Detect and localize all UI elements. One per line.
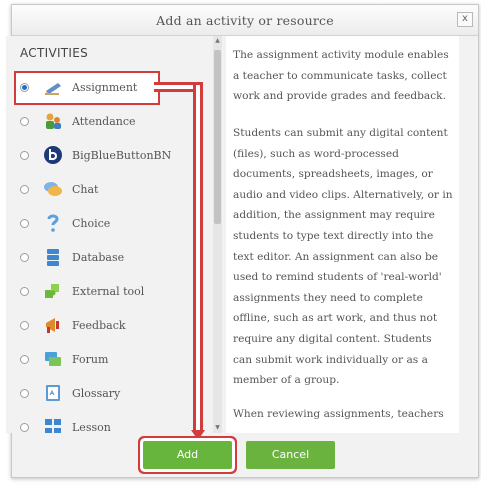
activity-label-glossary: Glossary [72, 387, 121, 400]
chat-icon [44, 182, 62, 196]
cancel-button[interactable]: Cancel [246, 441, 335, 469]
activity-label-choice: Choice [72, 217, 111, 230]
activity-label-lesson: Lesson [72, 421, 111, 433]
activity-label-external-tool: External tool [72, 285, 145, 298]
radio-attendance[interactable] [20, 117, 29, 126]
activity-option-choice[interactable]: Choice [6, 209, 206, 239]
activity-label-attendance: Attendance [72, 115, 136, 128]
add-button[interactable]: Add [143, 441, 232, 469]
radio-bigbluebutton[interactable] [20, 151, 29, 160]
activity-option-external-tool[interactable]: External tool [6, 277, 206, 307]
scroll-up-arrow-icon[interactable]: ▲ [213, 36, 222, 46]
radio-external-tool[interactable] [20, 287, 29, 296]
annotation-arrow-horizontal-inner [154, 85, 197, 89]
activity-option-bigbluebutton[interactable]: BigBlueButtonBN [6, 141, 206, 171]
activity-option-feedback[interactable]: Feedback [6, 311, 206, 341]
external-tool-icon [45, 284, 59, 298]
radio-feedback[interactable] [20, 321, 29, 330]
feedback-icon [46, 318, 59, 333]
dialog-footer [12, 437, 478, 477]
attendance-icon [46, 113, 61, 129]
activity-option-attendance[interactable]: Attendance [6, 107, 206, 137]
radio-assignment[interactable] [20, 83, 29, 92]
scroll-down-arrow-icon[interactable]: ▼ [213, 423, 222, 433]
assignment-icon [45, 83, 61, 95]
bigbluebutton-icon [44, 146, 62, 164]
activity-option-glossary[interactable]: Glossary [6, 379, 206, 409]
radio-choice[interactable] [20, 219, 29, 228]
choice-icon [47, 214, 59, 232]
description-paragraph: The assignment activity module enables a… [233, 49, 449, 103]
activity-label-database: Database [72, 251, 125, 264]
activity-description-pane: The assignment activity module enables a… [226, 36, 459, 433]
activity-label-feedback: Feedback [72, 319, 126, 332]
annotation-arrow-vertical-inner [196, 85, 200, 430]
radio-forum[interactable] [20, 355, 29, 364]
dialog-title: Add an activity or resource [156, 13, 334, 28]
activity-option-chat[interactable]: Chat [6, 175, 206, 205]
scroll-thumb[interactable] [214, 50, 221, 224]
annotation-arrow-head-icon [191, 430, 205, 440]
activities-section-header: ACTIVITIES [20, 46, 89, 60]
radio-chat[interactable] [20, 185, 29, 194]
activity-option-database[interactable]: Database [6, 243, 206, 273]
activity-label-bigbluebutton: BigBlueButtonBN [72, 149, 172, 162]
close-button[interactable]: x [457, 12, 473, 27]
activity-list-scrollbar[interactable]: ▲ ▼ [213, 36, 222, 433]
description-paragraph: Students can submit any digital content … [233, 127, 453, 387]
description-paragraph: When reviewing assignments, teachers [233, 408, 444, 420]
activity-label-chat: Chat [72, 183, 99, 196]
lesson-icon [45, 419, 61, 433]
radio-database[interactable] [20, 253, 29, 262]
activity-option-lesson[interactable]: Lesson [6, 413, 206, 433]
activity-option-forum[interactable]: Forum [6, 345, 206, 375]
activity-label-assignment: Assignment [72, 81, 138, 94]
dialog-titlebar: Add an activity or resource x [12, 5, 478, 36]
activity-label-forum: Forum [72, 353, 109, 366]
database-icon [47, 249, 59, 266]
radio-glossary[interactable] [20, 389, 29, 398]
forum-icon [45, 352, 61, 366]
glossary-icon [46, 385, 60, 401]
radio-lesson[interactable] [20, 423, 29, 432]
activity-list-pane: ACTIVITIES Assignment Attendance BigBlue… [6, 36, 213, 433]
